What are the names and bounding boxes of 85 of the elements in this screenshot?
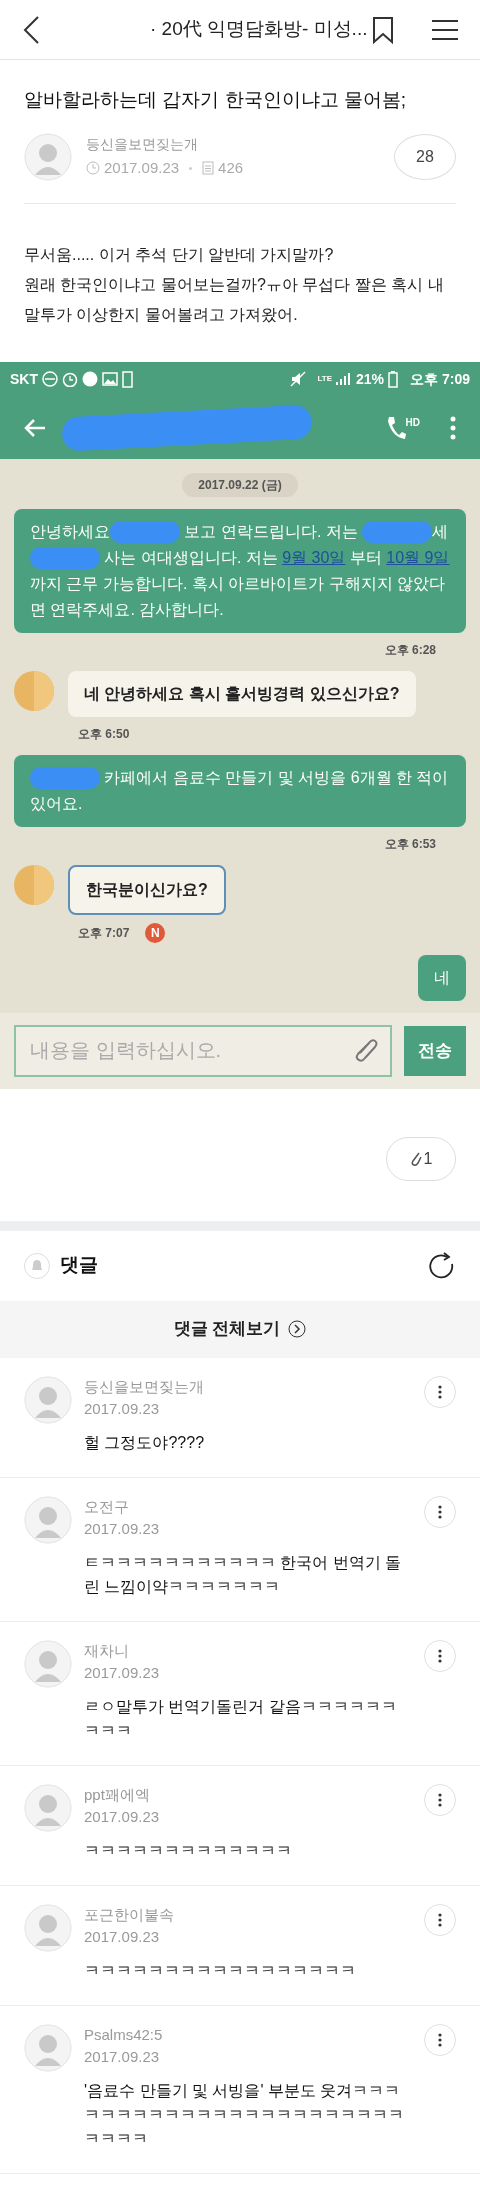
message-text: 한국분이신가요? [86, 879, 208, 900]
send-button[interactable]: 전송 [404, 1025, 466, 1076]
message-text: 네 안녕하세요 혹시 홀서빙경력 있으신가요? [84, 683, 400, 704]
avatar-icon [14, 670, 54, 711]
view-count: 426 [218, 157, 244, 178]
comments-title: 댓글 [60, 1253, 98, 1278]
more-icon[interactable] [450, 415, 456, 440]
avatar-icon [24, 1375, 72, 1424]
message-time: 오후 7:07 [78, 924, 130, 942]
comment-text: '음료수 만들기 및 서빙을' 부분도 웃겨ㅋㅋㅋㅋㅋㅋㅋㅋㅋㅋㅋㅋㅋㅋㅋㅋㅋㅋㅋㅋㅋㅋㅋㅋㅋㅋㅋ [84, 2080, 405, 2149]
comment-text: 헐 그정도야???? [84, 1432, 206, 1453]
refresh-icon[interactable] [428, 1251, 456, 1280]
avatar-icon [24, 1783, 72, 1832]
comment-text: ㅋㅋㅋㅋㅋㅋㅋㅋㅋㅋㅋㅋㅋㅋㅋㅋㅋ [84, 1960, 357, 1981]
avatar-icon [24, 1903, 72, 1952]
scribble-mark [110, 521, 180, 544]
author-name: 등신을보면짖는개 [86, 134, 199, 154]
notification-icon [82, 371, 98, 387]
chevron-right-icon [288, 1320, 307, 1338]
comment-text: ㄹㅇ말투가 번역기돌린거 같음ㅋㅋㅋㅋㅋㅋㅋㅋㅋ [84, 1696, 398, 1741]
mute-icon [289, 371, 306, 387]
more-icon [438, 1384, 442, 1399]
new-badge: N [145, 922, 166, 943]
comment-text: ㅋㅋㅋㅋㅋㅋㅋㅋㅋㅋㅋㅋㅋ [84, 1840, 293, 1861]
more-icon [438, 1792, 442, 1807]
comment-author: ppt꽤에엑 [84, 1784, 151, 1805]
message-text: 네 [434, 967, 450, 988]
comment-date: 2017.09.23 [84, 1519, 161, 1539]
minus-circle-icon [42, 371, 58, 387]
clock-icon [86, 161, 100, 175]
signal-icon [336, 372, 353, 386]
avatar-icon [14, 864, 54, 905]
carrier-label: SKT [10, 369, 38, 389]
avatar-icon [24, 1639, 72, 1688]
comment-date: 2017.09.23 [84, 1927, 161, 1947]
back-icon[interactable] [22, 14, 40, 45]
view-all-comments-button[interactable]: 댓글 전체보기 [0, 1300, 480, 1358]
message-text: 안녕하세요 보고 연락드립니다. 저는 세 사는 여대생입니다. 저는 9월 30일 부터 10월 9일 까지 근무 가능합니다. 혹시 아르바이트가 구해지지 않았다면 연락주세요. 감사합니다. [30, 520, 450, 620]
scribble-mark [30, 767, 100, 790]
scribble-mark [30, 547, 100, 570]
message-time: 오후 6:28 [384, 641, 436, 659]
comment-author: 포근한이불속 [84, 1904, 175, 1925]
clock-time: 오후 7:09 [410, 369, 470, 389]
message-time: 오후 6:50 [78, 725, 130, 743]
message-text: 카페에서 음료수 만들기 및 서빙을 6개월 한 적이 있어요. [30, 766, 450, 814]
post-title: 알바할라하는데 갑자기 한국인이냐고 물어봄; [24, 88, 408, 112]
date-link[interactable]: 10월 9일 [386, 548, 450, 566]
comment-date: 2017.09.23 [84, 1807, 161, 1827]
avatar-icon [24, 2023, 72, 2072]
message-input[interactable]: 내용을 입력하십시오. [14, 1024, 392, 1077]
menu-icon[interactable] [432, 18, 458, 41]
comment-author: Psalms42:5 [84, 2024, 164, 2045]
phone-icon [385, 414, 406, 441]
more-icon [438, 1912, 442, 1927]
message-time: 오후 6:53 [384, 835, 436, 853]
scribble-mark [362, 521, 433, 544]
network-label: LTE [317, 373, 333, 385]
avatar-icon [24, 132, 72, 181]
header-title: · 20代 익명담화방- 미성... [150, 17, 368, 42]
bell-icon[interactable] [24, 1252, 50, 1279]
avatar-icon [24, 1495, 72, 1544]
date-link[interactable]: 9월 30일 [282, 548, 346, 566]
back-arrow-icon[interactable] [24, 418, 46, 437]
battery-label: 21% [356, 369, 385, 389]
more-icon [438, 1648, 442, 1663]
bookmark-icon[interactable] [372, 15, 394, 44]
comment-text: ㅌㅋㅋㅋㅋㅋㅋㅋㅋㅋㅋㅋ 한국어 번역기 돌린 느낌이약ㅋㅋㅋㅋㅋㅋㅋ [84, 1552, 403, 1597]
battery-icon [388, 370, 399, 388]
body-text: 무서움..... 이거 추석 단기 알반데 가지말까? [24, 244, 335, 265]
body-text: 원래 한국인이냐고 물어보는걸까?ㅠ아 무섭다 짤은 혹시 내 말투가 이상한지 물어볼려고 가져왔어. [24, 274, 445, 325]
comment-date: 2017.09.23 [84, 1663, 161, 1683]
document-icon [202, 161, 215, 175]
comment-date: 2017.09.23 [84, 2047, 161, 2067]
comment-author: 오전구 [84, 1496, 130, 1517]
post-date: 2017.09.23 [104, 157, 180, 178]
more-icon [438, 2032, 442, 2047]
more-icon [438, 1504, 442, 1519]
image-icon [102, 372, 118, 386]
comment-author: 재차니 [84, 1640, 130, 1661]
comment-date: 2017.09.23 [84, 1399, 161, 1419]
phone-screen-icon [122, 370, 133, 388]
hd-call-button[interactable]: HD [385, 414, 420, 441]
comment-author: 등신을보면짖는개 [84, 1376, 205, 1397]
alarm-icon [62, 371, 78, 387]
date-chip: 2017.09.22 (금) [182, 472, 298, 497]
